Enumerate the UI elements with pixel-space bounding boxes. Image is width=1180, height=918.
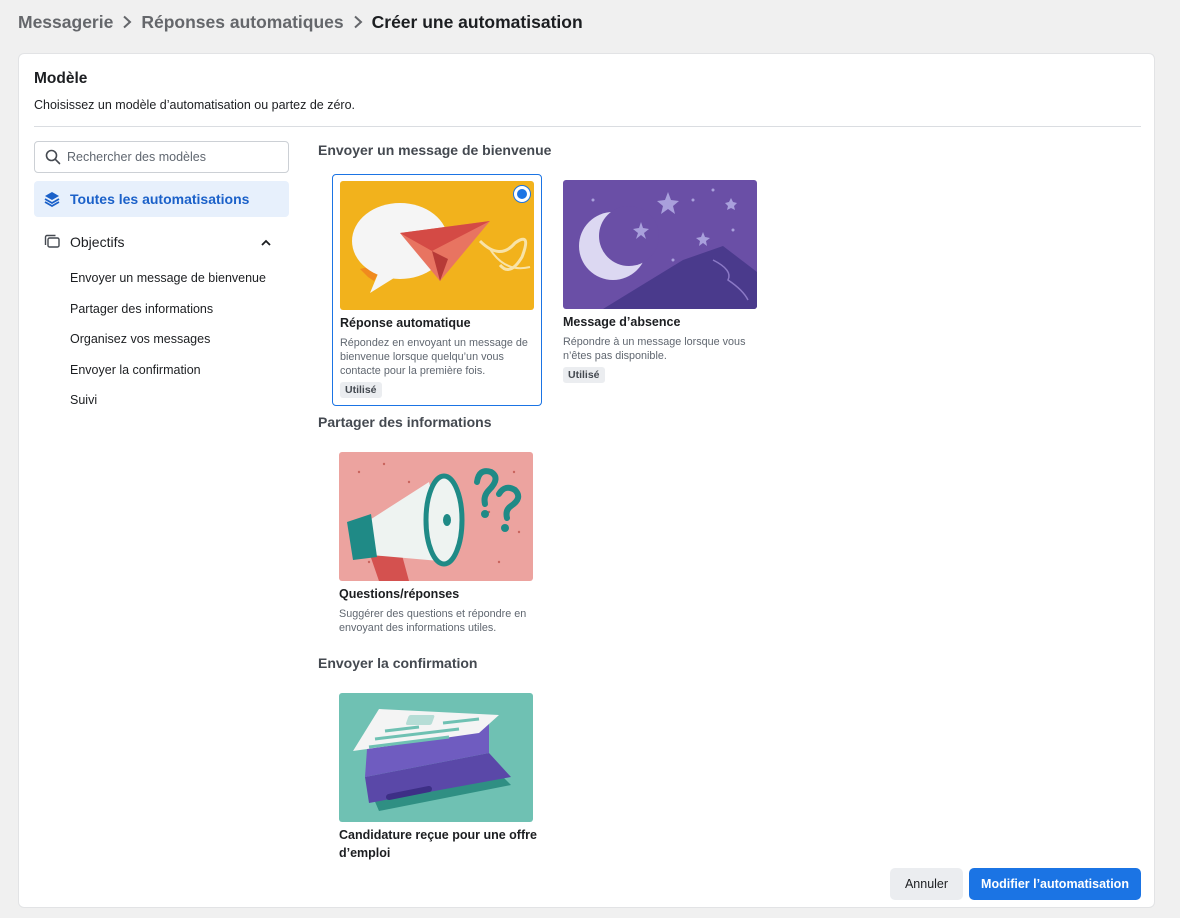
card-title: Réponse automatique [340,316,471,330]
template-card-qa[interactable]: Questions/réponses Suggérer des question… [332,446,542,636]
sidebar-item-all-automations[interactable]: Toutes les automatisations [34,181,289,217]
edit-automation-button[interactable]: Modifier l’automatisation [969,868,1141,900]
job-application-illustration [339,693,533,822]
template-card-auto-reply[interactable]: Réponse automatique Répondez en envoyant… [332,174,542,406]
card-title: Message d’absence [563,315,681,329]
chevron-up-icon[interactable] [261,239,271,246]
search-input[interactable] [67,150,267,164]
card-description-line: Répondre à un message lorsque vous [563,336,746,348]
card-title-line: Candidature reçue pour une offre [339,828,537,842]
card-description-line: bienvenue lorsque quelqu’un vous [340,351,504,363]
status-badge: Utilisé [340,382,382,398]
selected-radio[interactable] [513,185,531,203]
sidebar-subitem-organize[interactable]: Organisez vos messages [70,332,210,346]
template-card-job-application[interactable]: Candidature reçue pour une offre d’emplo… [332,687,542,867]
card-title-line: d’emploi [339,846,391,860]
card-description-line: Répondez en envoyant un message de [340,337,528,349]
chevron-right-icon [344,15,372,29]
divider [34,126,1141,127]
card-title: Candidature reçue pour une offre d’emplo… [339,827,537,862]
template-panel: Modèle Choisissez un modèle d’automatisa… [18,53,1155,908]
sidebar-item-label: Objectifs [70,234,125,250]
breadcrumb-messagerie[interactable]: Messagerie [18,12,113,33]
chevron-right-icon [113,15,141,29]
card-description-line: contacte pour la première fois. [340,365,486,377]
search-icon [45,149,61,165]
breadcrumb: Messagerie Réponses automatiques Créer u… [18,10,583,34]
template-card-away-message[interactable]: Message d’absence Répondre à un message … [556,174,766,394]
card-description-line: Suggérer des questions et répondre en [339,608,527,620]
card-title: Questions/réponses [339,587,460,601]
breadcrumb-current: Créer une automatisation [371,11,583,32]
panel-subtitle: Choisissez un modèle d’automatisation ou… [34,98,356,112]
status-badge: Utilisé [563,367,605,383]
template-search[interactable] [34,141,289,173]
card-description-line: envoyant des informations utiles. [339,622,497,634]
card-description: Répondez en envoyant un message de bienv… [340,336,528,378]
breadcrumb-reponses-automatiques[interactable]: Réponses automatiques [141,12,343,33]
sidebar-item-label: Toutes les automatisations [70,191,250,207]
away-message-illustration [563,180,757,309]
card-description: Suggérer des questions et répondre en en… [339,607,526,635]
layers-icon [43,190,61,208]
cancel-button[interactable]: Annuler [890,868,963,900]
sidebar-subitem-share-info[interactable]: Partager des informations [70,302,213,316]
section-heading-confirmation: Envoyer la confirmation [318,655,478,671]
sidebar-subitem-follow-up[interactable]: Suivi [70,393,97,407]
sidebar-subitem-confirmation[interactable]: Envoyer la confirmation [70,363,201,377]
panel-title: Modèle [34,70,88,87]
sidebar-item-objectives[interactable]: Objectifs [34,227,289,257]
qa-megaphone-illustration [339,452,533,581]
card-description: Répondre à un message lorsque vous n’ête… [563,335,745,363]
section-heading-share-info: Partager des informations [318,414,492,430]
auto-reply-illustration [340,181,534,310]
card-description-line: n’êtes pas disponible. [563,350,667,362]
templates-icon [43,234,61,250]
radio-dot [517,189,527,199]
section-heading-welcome: Envoyer un message de bienvenue [318,142,552,158]
sidebar-subitem-welcome[interactable]: Envoyer un message de bienvenue [70,271,266,285]
